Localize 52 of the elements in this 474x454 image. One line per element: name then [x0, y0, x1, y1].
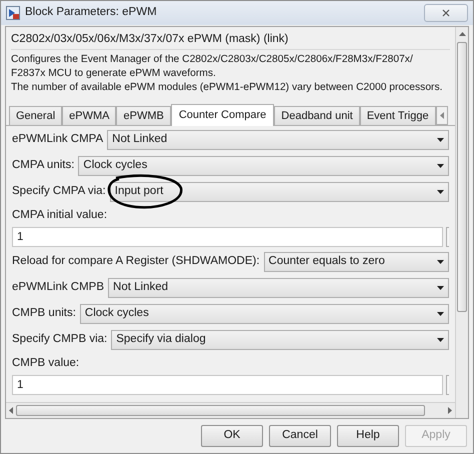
dialog-button[interactable]: OK — [201, 425, 263, 447]
description-text: The number of available ePWM modules (ePWM1-ePWM12) vary between C2000 processors. — [11, 81, 444, 95]
dropdown-arrow-icon — [437, 260, 444, 264]
dropdown[interactable]: Specify via dialog — [111, 330, 449, 350]
close-icon — [442, 9, 450, 17]
dropdown-arrow-icon — [437, 338, 444, 342]
dropdown-arrow-icon — [437, 312, 444, 316]
block-icon — [6, 6, 20, 20]
parameter-label: Specify CMPB via: — [12, 332, 108, 348]
tab[interactable]: General — [9, 106, 62, 125]
edit-button[interactable] — [446, 226, 449, 246]
dropdown[interactable]: Counter equals to zero — [264, 252, 449, 272]
tab[interactable]: Event Trigge — [360, 106, 436, 125]
scrollbar-thumb[interactable] — [16, 405, 425, 416]
dropdown[interactable]: Clock cycles — [80, 304, 449, 324]
parameter-label: Specify CMPA via: — [12, 184, 106, 200]
description-text: Configures the Event Manager of the C2802x/C2803x/C2805x/C2806x/F28M3x/F2807x/ F2837x MCU to generate ePWM waveforms. — [11, 53, 414, 81]
tab-scroll-button[interactable] — [436, 106, 448, 125]
parameter-label: ePWMLink CMPA — [12, 132, 104, 148]
left-arrow-icon — [440, 112, 444, 119]
parameter-label: ePWMLink CMPB — [12, 280, 104, 296]
right-arrow-icon — [448, 407, 452, 414]
tab[interactable]: ePWMB — [116, 106, 171, 125]
dropdown[interactable]: Input port — [110, 182, 449, 202]
parameter-label: Reload for compare A Register (SHDWAMODE): — [12, 254, 260, 270]
edit-button[interactable] — [446, 374, 449, 394]
tab[interactable]: Deadband unit — [274, 106, 360, 125]
dropdown-arrow-icon — [437, 138, 444, 142]
tab[interactable]: Counter Compare — [170, 104, 274, 126]
dropdown[interactable]: Clock cycles — [78, 156, 449, 176]
dropdown-arrow-icon — [437, 164, 444, 168]
dialog-button[interactable]: Cancel — [269, 425, 331, 447]
dropdown-arrow-icon — [437, 286, 444, 290]
dialog-button[interactable]: Help — [337, 425, 399, 447]
mask-title: C2802x/03x/05x/06x/M3x/37x/07x ePWM (mask) (link) — [11, 31, 450, 50]
dropdown-arrow-icon — [437, 190, 444, 194]
left-arrow-icon — [9, 407, 13, 414]
close-button[interactable] — [424, 4, 468, 22]
tab[interactable]: ePWMA — [62, 106, 116, 125]
input-field[interactable]: 1 — [12, 226, 443, 246]
scrollbar-thumb[interactable] — [457, 42, 467, 312]
window-title: Block Parameters: ePWM — [25, 5, 158, 20]
vertical-scrollbar[interactable] — [455, 27, 468, 418]
parameter-label: CMPA initial value: — [12, 208, 108, 223]
parameter-label: CMPB value: — [12, 356, 80, 371]
dropdown[interactable]: Not Linked — [108, 278, 449, 298]
up-arrow-icon — [458, 32, 466, 36]
parameter-label: CMPA units: — [12, 158, 74, 174]
input-field[interactable]: 1 — [12, 374, 443, 394]
parameter-label: CMPB units: — [12, 306, 76, 322]
dropdown[interactable]: Not Linked — [107, 130, 449, 150]
horizontal-scrollbar[interactable] — [6, 402, 455, 418]
